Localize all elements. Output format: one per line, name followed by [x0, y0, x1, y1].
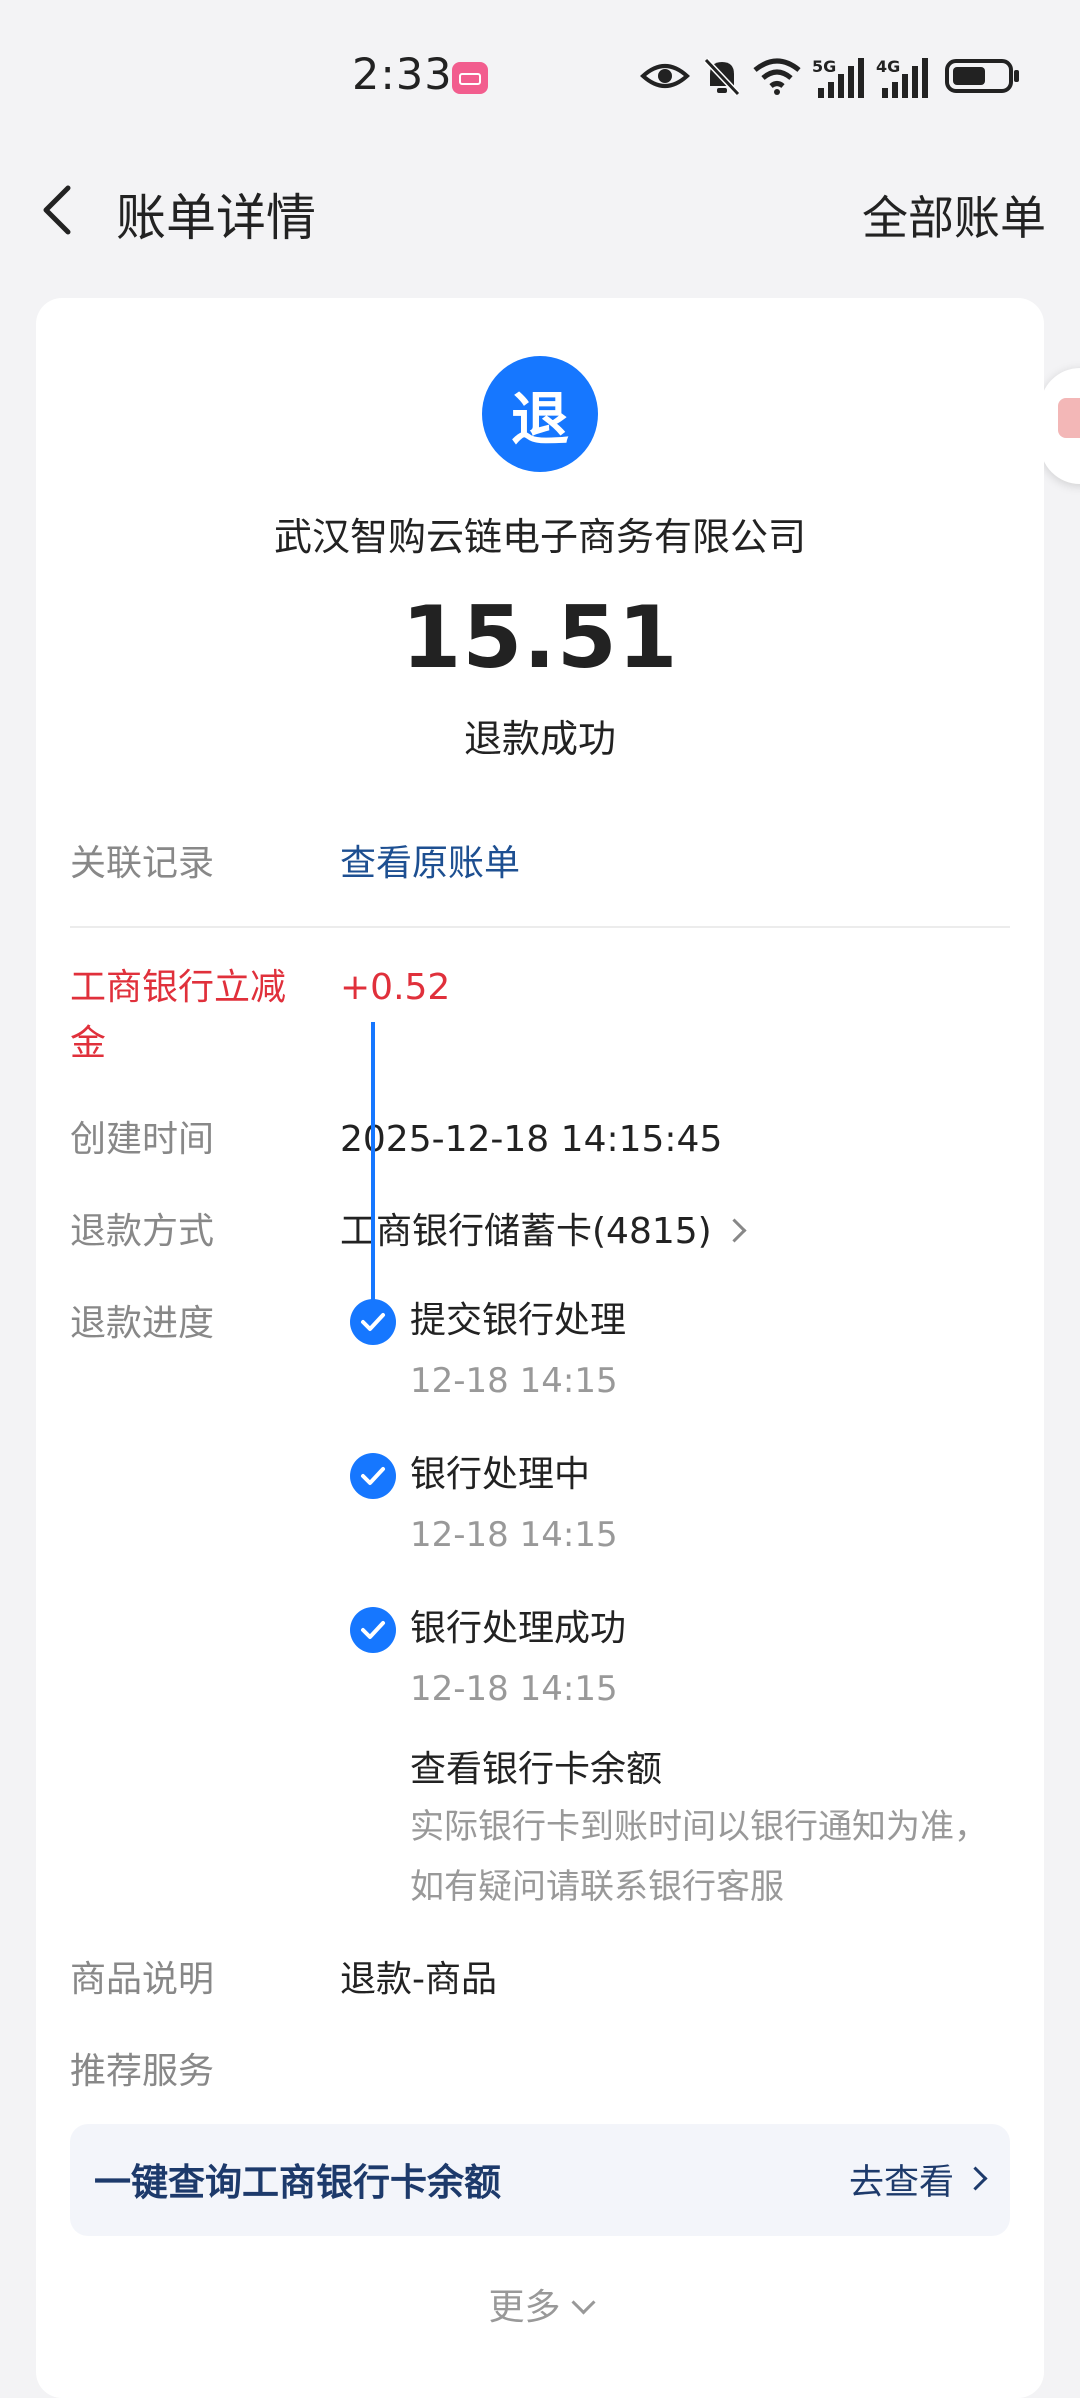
progress-step-title: 提交银行处理	[410, 1300, 627, 1341]
chevron-right-icon	[963, 2166, 988, 2191]
go-check-button[interactable]: 去查看	[849, 2154, 954, 2205]
balance-query-service[interactable]: 一键查询工商银行卡余额 去查看	[70, 2124, 1010, 2236]
check-icon	[350, 1453, 396, 1499]
mute-bell-icon	[703, 57, 741, 97]
progress-step-time: 12-18 14:15	[410, 1669, 618, 1709]
status-icons: 5G 4G	[640, 56, 1040, 100]
progress-step-title: 银行处理中	[410, 1454, 591, 1495]
refund-method-text: 工商银行储蓄卡(4815)	[340, 1211, 712, 1252]
created-time-value: 2025-12-18 14:15:45	[340, 1119, 723, 1160]
check-icon	[350, 1607, 396, 1653]
progress-step-time: 12-18 14:15	[410, 1361, 618, 1401]
wifi-icon	[753, 58, 801, 95]
chevron-right-icon	[722, 1218, 747, 1243]
view-bank-balance-link[interactable]: 查看银行卡余额	[410, 1744, 662, 1796]
progress-line	[371, 1022, 375, 1332]
back-arrow-icon[interactable]	[30, 180, 90, 240]
chevron-down-icon	[570, 2290, 596, 2315]
divider	[70, 926, 1010, 928]
svg-text:4G: 4G	[876, 57, 900, 76]
discount-value: +0.52	[340, 967, 451, 1008]
progress-step-time: 12-18 14:15	[410, 1515, 618, 1555]
progress-step-title: 银行处理成功	[410, 1608, 627, 1649]
refund-method-value[interactable]: 工商银行储蓄卡(4815)	[340, 1204, 747, 1260]
signal-4g-icon: 4G	[876, 57, 928, 98]
check-icon	[350, 1299, 396, 1345]
status-bar: 2:33 5G 4G	[0, 0, 1080, 150]
view-original-bill-link[interactable]: 查看原账单	[340, 836, 520, 892]
product-desc-label: 商品说明	[70, 1959, 215, 2000]
bill-detail-card: 退 武汉智购云链电子商务有限公司 15.51 退款成功 关联记录 查看原账单 工…	[36, 298, 1044, 2398]
status-time: 2:33	[352, 50, 453, 100]
floating-widget[interactable]	[1040, 368, 1080, 484]
more-button[interactable]: 更多	[36, 2278, 1044, 2330]
battery-icon	[945, 59, 1019, 93]
signal-5g-icon: 5G	[812, 57, 864, 98]
eye-icon	[640, 64, 690, 88]
more-label: 更多	[488, 2287, 561, 2328]
refund-logo-icon: 退	[482, 356, 598, 472]
related-record-label: 关联记录	[70, 843, 215, 884]
page-title: 账单详情	[116, 189, 316, 247]
svg-text:5G: 5G	[812, 57, 836, 76]
refund-method-label: 退款方式	[70, 1211, 215, 1252]
refund-status: 退款成功	[463, 717, 616, 761]
refund-progress-label: 退款进度	[70, 1303, 215, 1344]
arrival-note-line1: 实际银行卡到账时间以银行通知为准，	[410, 1807, 988, 1847]
all-bills-button[interactable]: 全部账单	[862, 182, 1046, 248]
service-label: 一键查询工商银行卡余额	[94, 2161, 501, 2204]
product-desc-value: 退款-商品	[340, 1959, 497, 2000]
nav-bar: 账单详情 全部账单	[0, 160, 1080, 260]
discount-label: 工商银行立减金	[70, 967, 287, 1064]
merchant-name: 武汉智购云链电子商务有限公司	[273, 515, 806, 559]
arrival-note-line2: 如有疑问请联系银行客服	[410, 1867, 784, 1907]
bilibili-notification-icon	[452, 62, 488, 94]
amount: 15.51	[401, 588, 679, 688]
created-time-label: 创建时间	[70, 1119, 215, 1160]
recommended-services-label: 推荐服务	[70, 2051, 215, 2092]
